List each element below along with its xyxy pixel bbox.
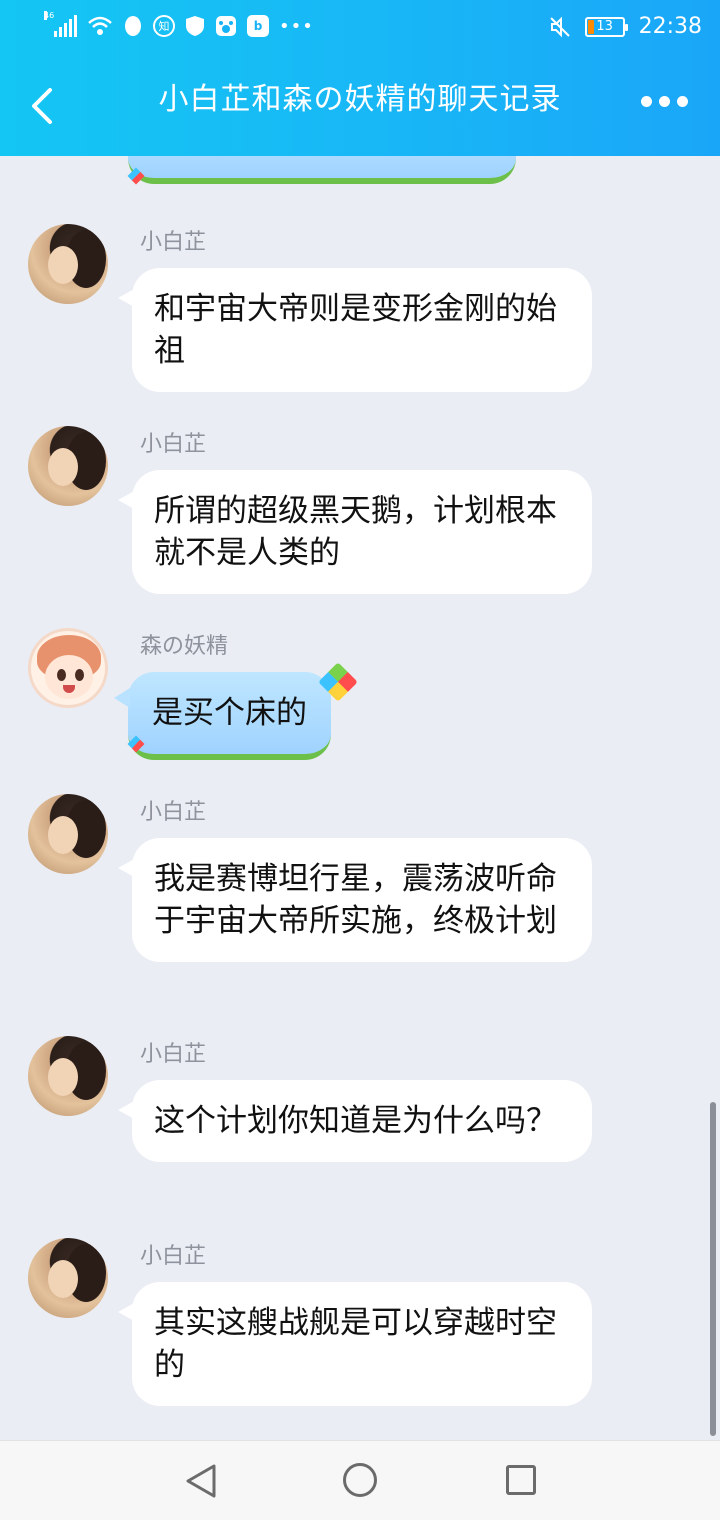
system-nav-bar (0, 1440, 720, 1520)
clock: 22:38 (638, 14, 702, 39)
avatar[interactable] (28, 1036, 108, 1116)
qq-penguin-icon (125, 16, 141, 36)
sender-name: 小白芷 (140, 1042, 207, 1067)
mute-icon (549, 16, 570, 37)
b-app-icon: b (247, 15, 269, 37)
page-title: 小白芷和森の妖精的聊天记录 (158, 82, 562, 117)
shield-icon (186, 16, 204, 36)
nav-back-button[interactable] (184, 1463, 218, 1499)
sender-name: 小白芷 (140, 1244, 207, 1269)
partial-message-bubble (128, 156, 516, 184)
sender-name: 森の妖精 (140, 634, 229, 659)
cellular-signal-icon: 46 (44, 11, 77, 37)
avatar[interactable] (28, 628, 108, 708)
sender-name: 小白芷 (140, 230, 207, 255)
scrollbar[interactable] (710, 1102, 716, 1436)
avatar[interactable] (28, 426, 108, 506)
message-bubble[interactable]: 所谓的超级黑天鹅，计划根本就不是人类的 (118, 470, 592, 594)
wifi-icon (88, 16, 112, 35)
message-bubble[interactable]: 其实这艘战舰是可以穿越时空的 (118, 1282, 592, 1406)
dot-icon (659, 96, 670, 107)
avatar[interactable] (28, 1238, 108, 1318)
triangle-back-icon (186, 1464, 216, 1498)
app-header: 46 知 b ••• 13 22:38 小白芷和森の妖精的聊天记录 (0, 0, 720, 156)
message-bubble[interactable]: 我是赛博坦行星，震荡波听命于宇宙大帝所实施，终极计划 (118, 838, 592, 962)
more-options-button[interactable] (641, 96, 688, 107)
sender-name: 小白芷 (140, 432, 207, 457)
baidu-paw-icon (216, 16, 236, 36)
message-bubble[interactable]: 这个计划你知道是为什么吗？ (118, 1080, 592, 1162)
dot-icon (677, 96, 688, 107)
network-type-label: 46 (44, 11, 55, 20)
nav-home-button[interactable] (343, 1463, 377, 1497)
avatar[interactable] (28, 794, 108, 874)
chat-history[interactable]: 小白芷 和宇宙大帝则是变形金刚的始祖 小白芷 所谓的超级黑天鹅，计划根本就不是人… (0, 156, 720, 1440)
battery-icon: 13 (584, 16, 628, 37)
battery-level: 13 (596, 19, 613, 34)
message-bubble[interactable]: 是买个床的 (114, 672, 331, 760)
zhihu-icon: 知 (153, 15, 175, 37)
status-bar: 46 知 b ••• 13 22:38 (0, 0, 720, 58)
nav-recent-apps-button[interactable] (506, 1465, 536, 1495)
message-bubble[interactable]: 和宇宙大帝则是变形金刚的始祖 (118, 268, 592, 392)
sender-name: 小白芷 (140, 800, 207, 825)
dot-icon (641, 96, 652, 107)
avatar[interactable] (28, 224, 108, 304)
more-notifications-icon: ••• (279, 15, 314, 37)
